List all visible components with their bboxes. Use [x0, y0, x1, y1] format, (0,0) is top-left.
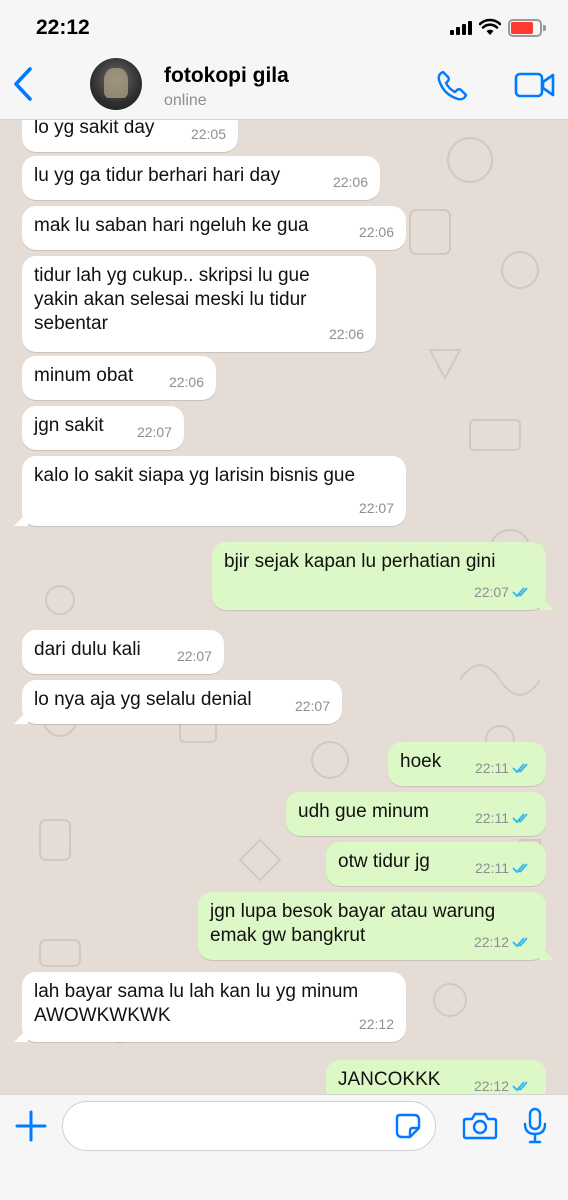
message-time: 22:12 — [474, 1074, 534, 1094]
message-bubble-incoming[interactable]: dari dulu kali 22:07 — [22, 630, 224, 674]
message-text: bjir sejak kapan lu perhatian gini — [224, 551, 496, 572]
double-check-icon — [512, 813, 528, 824]
message-time: 22:05 — [190, 126, 226, 142]
contact-name[interactable]: fotokopi gila — [164, 64, 289, 88]
message-time: 22:07 — [176, 648, 212, 664]
message-time: 22:12 — [358, 1016, 394, 1032]
message-time: 22:11 — [475, 806, 534, 830]
camera-icon[interactable] — [462, 1111, 498, 1141]
contact-status: online — [164, 92, 207, 109]
double-check-icon — [512, 587, 528, 598]
status-time: 22:12 — [36, 16, 90, 39]
message-bubble-incoming[interactable]: lu yg ga tidur berhari hari day 22:06 — [22, 156, 380, 200]
phone-icon[interactable] — [434, 68, 470, 104]
message-time: 22:06 — [168, 374, 204, 390]
double-check-icon — [512, 937, 528, 948]
message-bubble-incoming[interactable]: lo nya aja yg selalu denial 22:07 — [22, 680, 342, 724]
sticker-icon[interactable] — [394, 1112, 422, 1140]
message-text: mak lu saban hari ngeluh ke gua — [34, 215, 309, 236]
wifi-icon — [479, 18, 501, 35]
message-time: 22:06 — [332, 174, 368, 190]
message-bubble-incoming[interactable]: jgn sakit 22:07 — [22, 406, 184, 450]
message-text: lah bayar sama lu lah kan lu yg minum AW… — [34, 981, 359, 1026]
message-bubble-outgoing[interactable]: jgn lupa besok bayar atau warung emak gw… — [198, 892, 546, 960]
message-bubble-incoming[interactable]: lo yg sakit day 22:05 — [22, 120, 238, 152]
chat-header: 22:12 fotokopi gila online — [0, 0, 568, 120]
message-bubble-outgoing[interactable]: JANCOKKK 22:12 — [326, 1060, 546, 1094]
message-time: 22:06 — [358, 224, 394, 240]
message-bubble-outgoing[interactable]: bjir sejak kapan lu perhatian gini 22:07 — [212, 542, 546, 610]
contact-avatar[interactable] — [90, 58, 142, 110]
battery-icon — [508, 19, 546, 37]
double-check-icon — [512, 863, 528, 874]
double-check-icon — [512, 763, 528, 774]
message-time: 22:07 — [294, 698, 330, 714]
double-check-icon — [512, 1081, 528, 1092]
message-time: 22:06 — [328, 326, 364, 342]
message-time: 22:11 — [475, 856, 534, 880]
message-bubble-outgoing[interactable]: otw tidur jg 22:11 — [326, 842, 546, 886]
message-bubble-outgoing[interactable]: hoek 22:11 — [388, 742, 546, 786]
microphone-icon[interactable] — [522, 1107, 548, 1145]
back-chevron-icon[interactable] — [10, 66, 36, 102]
message-input[interactable] — [62, 1101, 436, 1151]
plus-icon[interactable] — [14, 1109, 48, 1143]
message-bubble-incoming[interactable]: kalo lo sakit siapa yg larisin bisnis gu… — [22, 456, 406, 526]
message-bubble-incoming[interactable]: tidur lah yg cukup.. skripsi lu gue yaki… — [22, 256, 376, 352]
message-text: lo nya aja yg selalu denial — [34, 689, 252, 710]
message-bubble-outgoing[interactable]: udh gue minum 22:11 — [286, 792, 546, 836]
composer-bar — [0, 1094, 568, 1200]
cellular-signal-icon — [450, 21, 474, 35]
video-camera-icon[interactable] — [514, 70, 556, 100]
message-text: lu yg ga tidur berhari hari day — [34, 165, 281, 186]
message-text: tidur lah yg cukup.. skripsi lu gue yaki… — [34, 265, 310, 334]
message-time: 22:07 — [136, 424, 172, 440]
message-time: 22:12 — [474, 930, 534, 954]
message-bubble-incoming[interactable]: mak lu saban hari ngeluh ke gua 22:06 — [22, 206, 406, 250]
message-text: kalo lo sakit siapa yg larisin bisnis gu… — [34, 465, 356, 486]
message-time: 22:11 — [475, 756, 534, 780]
message-list[interactable]: lo yg sakit day 22:05 lu yg ga tidur ber… — [0, 120, 568, 1094]
keyboard-suggestion-strip — [0, 1175, 568, 1200]
message-time: 22:07 — [358, 500, 394, 516]
message-time: 22:07 — [474, 580, 534, 604]
message-bubble-incoming[interactable]: lah bayar sama lu lah kan lu yg minum AW… — [22, 972, 406, 1042]
message-bubble-incoming[interactable]: minum obat 22:06 — [22, 356, 216, 400]
